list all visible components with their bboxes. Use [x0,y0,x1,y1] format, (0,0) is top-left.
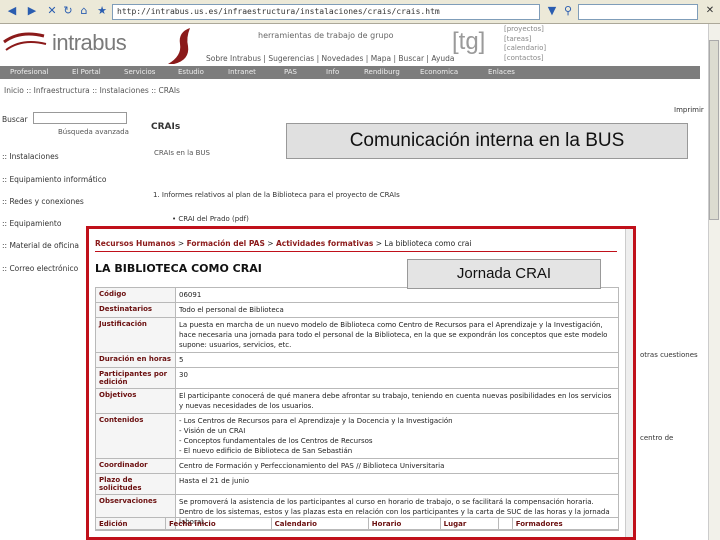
inner-scrollbar[interactable] [625,229,633,537]
row-value: 5 [175,352,619,368]
nav-item[interactable]: Info [326,66,339,79]
row-value: Todo el personal de Biblioteca [175,302,619,318]
column-header [497,517,513,531]
search-input[interactable] [33,112,127,124]
address-bar[interactable]: http://intrabus.us.es/infraestructura/in… [112,4,540,20]
tg-links: [proyectos] [tareas] [calendario] [conta… [504,25,546,63]
divider [95,251,617,252]
inner-title: LA BIBLIOTECA COMO CRAI [95,262,262,275]
scrollbar-thumb[interactable] [709,40,719,220]
table-row: Participantes por edición 30 [95,367,619,389]
row-label: Contenidos [95,413,176,459]
intro-text: 1. Informes relativos al plan de la Bibl… [153,191,400,199]
inner-screenshot: Recursos Humanos > Formación del PAS > A… [86,226,636,540]
jornada-banner: Jornada CRAI [407,259,601,289]
tg-link-contactos[interactable]: [contactos] [504,54,546,64]
row-value: - Los Centros de Recursos para el Aprend… [175,413,619,459]
sidebar-item-material-oficina[interactable]: :: Material de oficina [2,241,79,250]
row-value: Centro de Formación y Perfeccionamiento … [175,458,619,474]
go-icon[interactable]: ▼ [544,3,560,19]
browser-search-input[interactable] [578,4,698,20]
tg-logo: [tg] [452,28,486,55]
sidebar-item-correo[interactable]: :: Correo electrónico [2,264,78,273]
content-fragment: centro de [640,434,674,442]
breadcrumb[interactable]: Inicio :: Infraestructura :: Instalacion… [4,86,180,95]
table-row: Coordinador Centro de Formación y Perfecc… [95,458,619,474]
table-row: Contenidos - Los Centros de Recursos para… [95,413,619,459]
nav-item[interactable]: Economica [420,66,458,79]
row-value: Hasta el 21 de junio [175,473,619,495]
tg-link-tareas[interactable]: [tareas] [504,35,546,45]
main-nav: Profesional El Portal Servicios Estudio … [0,66,700,79]
content-fragment: otras cuestiones [640,351,698,359]
sidebar-item-equipamiento-informatico[interactable]: :: Equipamiento informático [2,175,106,184]
row-label: Destinatarios [95,302,176,318]
inner-bc-current: La biblioteca como crai [384,239,472,248]
tg-link-proyectos[interactable]: [proyectos] [504,25,546,35]
nav-item[interactable]: Intranet [228,66,256,79]
header-nav[interactable]: Sobre Intrabus | Sugerencias | Novedades… [206,54,455,63]
row-value: El participante conocerá de qué manera d… [175,388,619,414]
row-label: Duración en horas [95,352,176,368]
nav-item[interactable]: PAS [284,66,297,79]
nav-item[interactable]: Estudio [178,66,204,79]
detail-table: Código 06091 Destinatarios Todo el personal… [95,287,619,530]
page-subtitle: CRAIs en la BUS [154,149,210,157]
browser-toolbar: ◀ ▶ ✕ ↻ ⌂ ★ http://intrabus.us.es/infrae… [0,0,720,24]
refresh-icon[interactable]: ↻ [60,3,76,19]
row-label: Participantes por edición [95,367,176,389]
print-link[interactable]: Imprimir [674,106,704,114]
row-label: Objetivos [95,388,176,414]
search-icon[interactable]: ⚲ [560,3,576,19]
table-row: Duración en horas 5 [95,352,619,368]
column-header: Formadores [511,517,620,531]
column-header: Edición [95,517,166,531]
table-row: Objetivos El participante conocerá de qué… [95,388,619,414]
nav-item[interactable]: Rendiburg [364,66,400,79]
row-value: 30 [175,367,619,389]
sidebar-item-instalaciones[interactable]: :: Instalaciones [2,152,59,161]
column-header: Fecha inicio [164,517,272,531]
row-value: 06091 [175,287,619,303]
editions-table-header: Edición Fecha inicio Calendario Horario Luga… [95,517,620,531]
table-row: Destinatarios Todo el personal de Bibliot… [95,302,619,318]
tg-link-calendario[interactable]: [calendario] [504,44,546,54]
sidebar-item-equipamiento[interactable]: :: Equipamiento [2,219,61,228]
forward-arrow-icon[interactable]: ▶ [24,3,40,19]
column-header: Calendario [270,517,369,531]
home-icon[interactable]: ⌂ [76,3,92,19]
column-header: Horario [367,517,441,531]
back-arrow-icon[interactable]: ◀ [4,3,20,19]
row-label: Justificación [95,317,176,353]
header-subtitle: herramientas de trabajo de grupo [258,31,394,40]
title-banner: Comunicación interna en la BUS [286,123,688,159]
nav-item[interactable]: Servicios [124,66,155,79]
row-label: Código [95,287,176,303]
table-row: Plazo de solicitudes Hasta el 21 de junio [95,473,619,495]
logo-text[interactable]: intrabus [52,30,127,56]
nav-item[interactable]: Enlaces [488,66,515,79]
advanced-search-link[interactable]: Búsqueda avanzada [58,128,129,136]
inner-bc-link[interactable]: Recursos Humanos [95,239,176,248]
inner-bc-link[interactable]: Formación del PAS [187,239,265,248]
close-icon[interactable]: ✕ [703,4,717,18]
nav-item[interactable]: El Portal [72,66,101,79]
logo-swirl-icon [168,28,190,64]
inner-breadcrumb: Recursos Humanos > Formación del PAS > A… [95,239,472,248]
inner-bc-link[interactable]: Actividades formativas [276,239,373,248]
page-title: CRAIs [151,122,181,132]
favorites-icon[interactable]: ★ [94,3,110,19]
search-label: Buscar [2,115,28,124]
stop-icon[interactable]: ✕ [44,3,60,19]
row-label: Plazo de solicitudes [95,473,176,495]
column-header: Lugar [439,517,499,531]
row-label: Coordinador [95,458,176,474]
table-row: Código 06091 [95,287,619,303]
nav-item[interactable]: Profesional [10,66,48,79]
sidebar-item-redes[interactable]: :: Redes y conexiones [2,197,84,206]
crai-prado-link[interactable]: • CRAI del Prado (pdf) [172,215,249,223]
table-row: Justificación La puesta en marcha de un n… [95,317,619,353]
row-value: La puesta en marcha de un nuevo modelo d… [175,317,619,353]
